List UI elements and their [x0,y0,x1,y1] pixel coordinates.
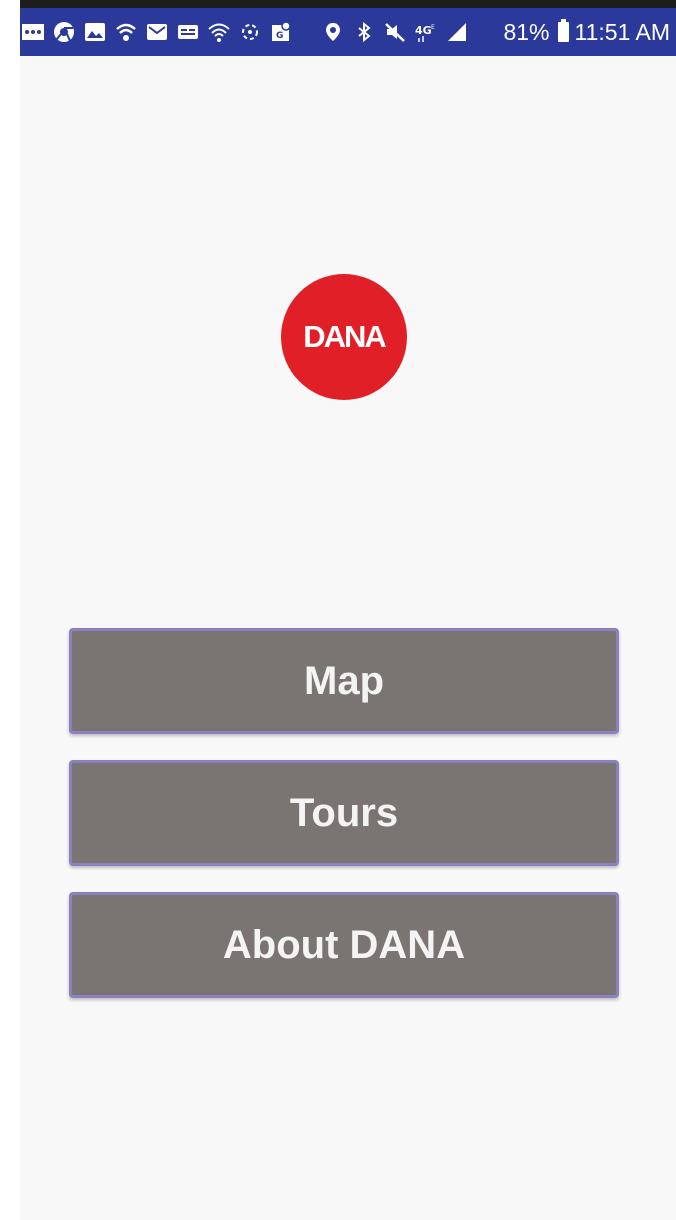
about-dana-button[interactable]: About DANA [69,892,619,998]
svg-text:4G: 4G [415,24,432,37]
status-spacer [301,21,313,43]
logo-text: DANA [303,319,387,354]
svg-text:E: E [431,24,435,31]
mute-icon [384,21,406,43]
chat-icon [177,21,199,43]
clock: 11:51 AM [574,18,670,45]
battery-percent: 81% [503,18,550,45]
notification-icons: G 4G E [22,21,503,43]
dana-logo: DANA [281,274,407,400]
status-right: 81% 11:51 AM [503,19,670,46]
mail-icon [146,21,168,43]
sync-icon [239,21,261,43]
signal-icon [446,21,468,43]
about-dana-button-label: About DANA [222,922,466,967]
status-bar: G 4G E 81% 11:51 AM [20,8,676,56]
tours-button-label: Tours [289,790,399,835]
screen-top-edge [20,0,676,8]
lte-icon: 4G E [415,21,437,43]
wifi-call-icon [115,21,137,43]
battery-icon [557,19,569,42]
gallery-icon [84,21,106,43]
app-screen: G 4G E 81% 11:51 AM DANA Map Tours About… [20,8,676,1220]
location-icon [322,21,344,43]
map-button[interactable]: Map [69,628,619,734]
bluetooth-icon [353,21,375,43]
wifi-icon [208,21,230,43]
more-icon [22,21,44,43]
chrome-icon [53,21,75,43]
svg-text:G: G [276,31,283,41]
tours-button[interactable]: Tours [69,760,619,866]
map-button-label: Map [304,658,384,703]
maps-icon: G [270,21,292,43]
